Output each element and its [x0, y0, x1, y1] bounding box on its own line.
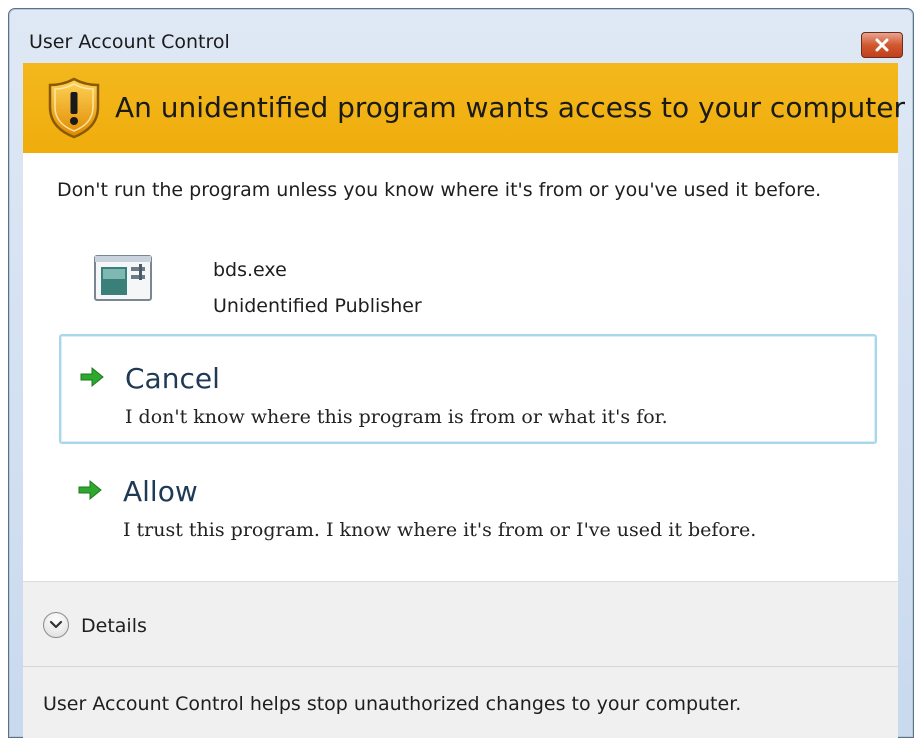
footer-area: Details User Account Control helps stop …: [23, 581, 898, 738]
cancel-option[interactable]: Cancel I don't know where this program i…: [59, 334, 877, 444]
details-label[interactable]: Details: [81, 615, 147, 637]
chevron-down-icon: [49, 620, 63, 629]
cancel-option-title: Cancel: [125, 362, 220, 395]
uac-dialog-window: User Account Control An unidentified pro…: [8, 8, 914, 738]
window-title: User Account Control: [29, 31, 230, 53]
green-arrow-icon: [78, 479, 102, 501]
cancel-option-description: I don't know where this program is from …: [125, 406, 668, 428]
program-publisher: Unidentified Publisher: [213, 295, 422, 317]
details-row: Details: [23, 582, 898, 667]
warning-message: Don't run the program unless you know wh…: [57, 179, 822, 201]
program-name: bds.exe: [213, 259, 287, 281]
green-arrow-icon: [80, 366, 104, 388]
footer-text: User Account Control helps stop unauthor…: [43, 693, 742, 715]
title-bar: User Account Control: [9, 9, 913, 58]
allow-option-title: Allow: [123, 475, 198, 508]
application-icon: [94, 255, 152, 301]
details-expand-button[interactable]: [43, 612, 69, 638]
allow-option-description: I trust this program. I know where it's …: [123, 519, 757, 541]
close-x-icon: [875, 38, 889, 52]
shield-warning-icon: [48, 77, 100, 139]
warning-banner: An unidentified program wants access to …: [23, 63, 905, 153]
allow-option[interactable]: Allow I trust this program. I know where…: [59, 449, 877, 559]
close-button[interactable]: [861, 32, 903, 58]
dialog-content: An unidentified program wants access to …: [23, 63, 905, 738]
banner-title: An unidentified program wants access to …: [115, 91, 905, 124]
